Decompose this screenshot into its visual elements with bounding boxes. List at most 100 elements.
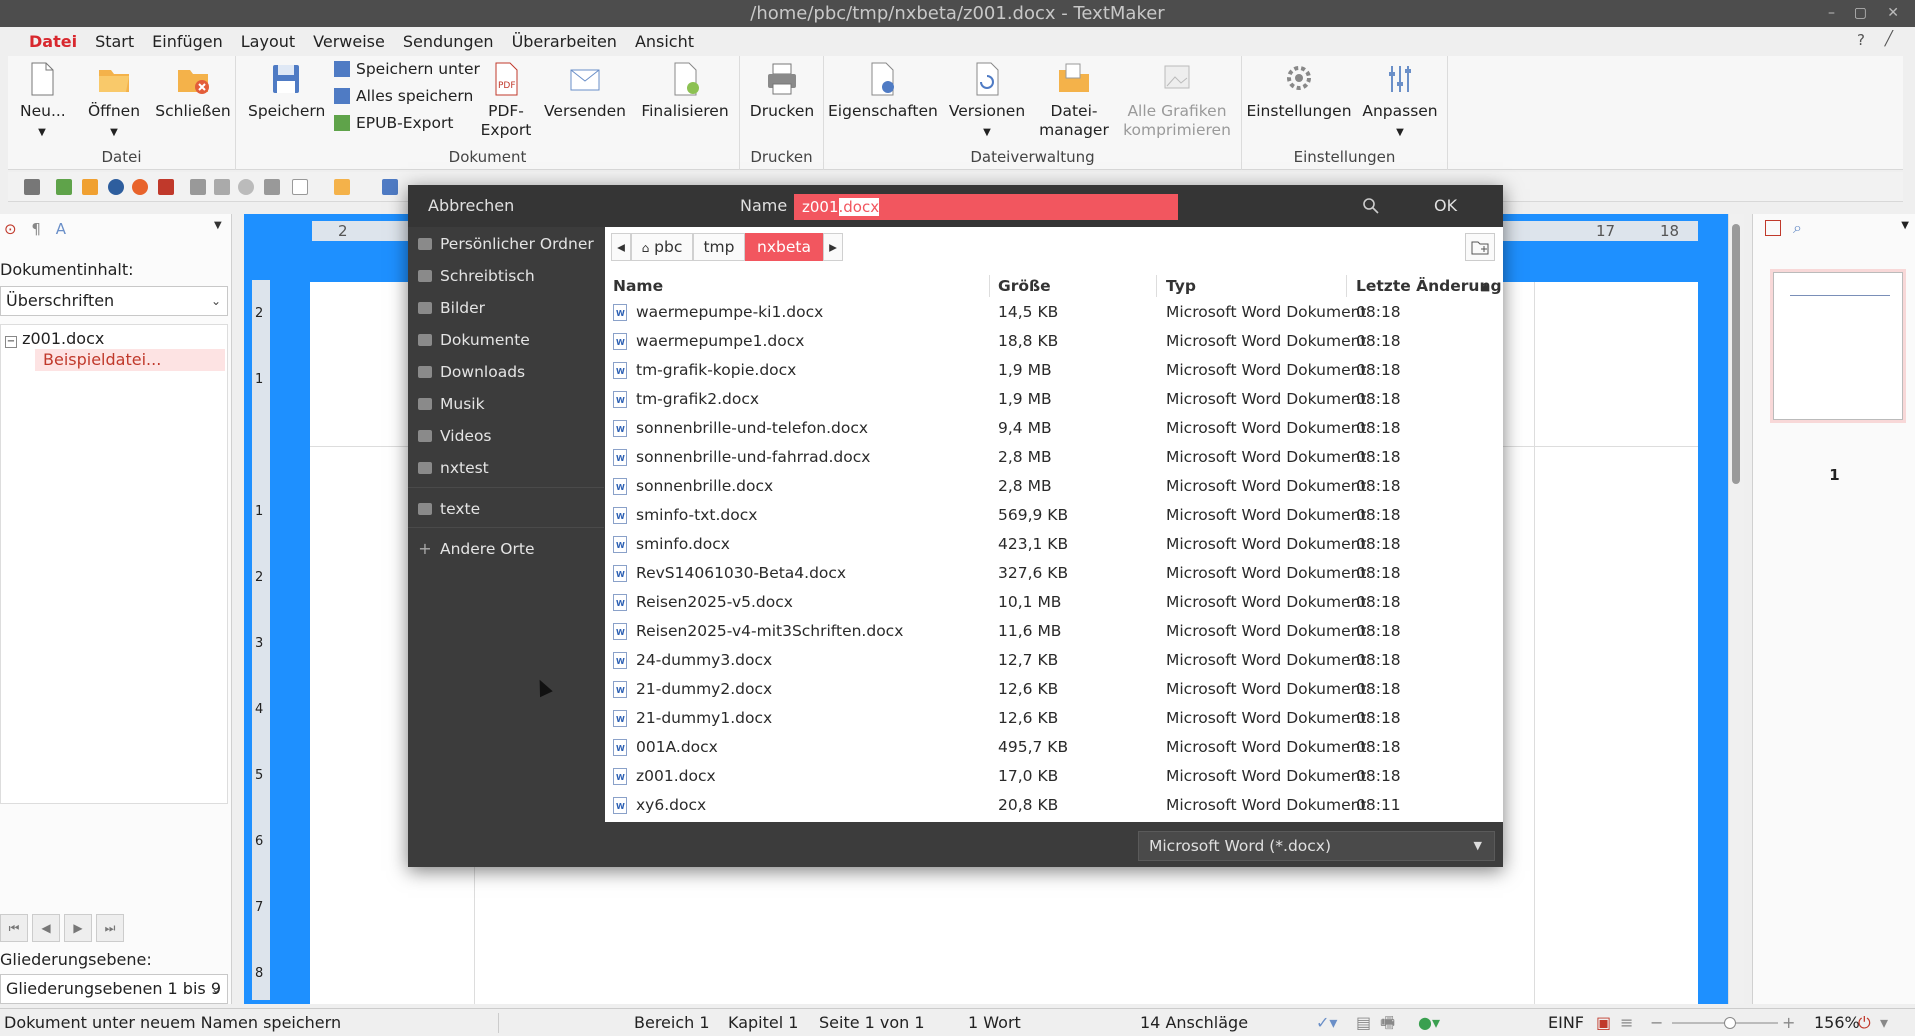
presentations-icon[interactable]	[56, 179, 72, 195]
menu-ueberarbeiten[interactable]: Überarbeiten	[503, 32, 626, 51]
outline-combo[interactable]: Gliederungsebenen 1 bis 9 a ⌄	[0, 974, 228, 1026]
spellcheck-icon[interactable]: ✓▾	[1316, 1009, 1337, 1036]
place-home[interactable]: Persönlicher Ordner	[418, 231, 594, 257]
properties-button[interactable]: Eigenschaften	[828, 60, 938, 121]
menu-einfuegen[interactable]: Einfügen	[143, 32, 232, 51]
settings-button[interactable]: Einstellungen	[1246, 60, 1352, 121]
content-combo[interactable]: Überschriften ⌄	[0, 286, 228, 316]
pdf-quick-icon[interactable]	[158, 179, 174, 195]
file-row[interactable]: RevS14061030-Beta4.docx 327,6 KB Microsoft…	[605, 560, 1503, 589]
column-type[interactable]: Typ	[1166, 277, 1196, 295]
location-icon[interactable]: ●▾	[1418, 1009, 1440, 1036]
place-documents[interactable]: Dokumente	[418, 327, 530, 353]
menu-start[interactable]: Start	[86, 32, 143, 51]
new-quick-icon[interactable]	[292, 179, 308, 195]
file-row[interactable]: sonnenbrille-und-telefon.docx 9,4 MB Micro…	[605, 415, 1503, 444]
edit-icon[interactable]	[214, 179, 230, 195]
nav-next-button[interactable]: ▶	[64, 914, 92, 942]
fax-icon[interactable]: 🖷	[1380, 1009, 1395, 1036]
save-as-button[interactable]: Speichern unter	[334, 60, 480, 78]
tree-child[interactable]: Beispieldatei...	[35, 349, 225, 371]
zoom-slider-handle[interactable]	[1724, 1017, 1736, 1029]
print-button[interactable]: Drucken	[744, 60, 820, 121]
navigator-icon[interactable]: ⊙	[4, 220, 17, 238]
file-type-filter[interactable]: Microsoft Word (*.docx) ▼	[1138, 831, 1495, 861]
hand-icon[interactable]	[190, 179, 206, 195]
filename-input[interactable]: z001.docx	[794, 194, 1178, 220]
place-texte[interactable]: texte	[418, 496, 480, 522]
place-other-locations[interactable]: + Andere Orte	[418, 536, 534, 562]
help-button[interactable]: ?	[1857, 31, 1865, 49]
tree-root[interactable]: − z001.docx	[5, 329, 104, 348]
menu-sendungen[interactable]: Sendungen	[394, 32, 503, 51]
menu-icon[interactable]	[24, 179, 40, 195]
zoom-slider[interactable]	[1672, 1017, 1778, 1029]
versions-button[interactable]: Versionen ▼	[944, 60, 1030, 142]
finalize-button[interactable]: Finalisieren	[636, 60, 734, 121]
customize-button[interactable]: Anpassen ▼	[1358, 60, 1442, 142]
more-icon[interactable]: ▾	[1880, 1009, 1888, 1036]
collapse-icon[interactable]: −	[5, 336, 17, 348]
paragraph-icon[interactable]: ¶	[31, 220, 41, 238]
file-row[interactable]: xy6.docx 20,8 KB Microsoft Word Dokument08…	[605, 792, 1503, 819]
zoom-level[interactable]: 156%	[1814, 1009, 1860, 1036]
file-row[interactable]: sonnenbrille-und-fahrrad.docx 2,8 MB Micro…	[605, 444, 1503, 473]
panel-menu-icon[interactable]: ▼	[214, 220, 222, 231]
file-row[interactable]: waermepumpe-ki1.docx 14,5 KB Microsoft Wor…	[605, 299, 1503, 328]
place-nxtest[interactable]: nxtest	[418, 455, 489, 481]
close-doc-button[interactable]: Schließen	[154, 60, 232, 121]
status-mode[interactable]: EINF	[1548, 1009, 1584, 1036]
panel-menu-icon[interactable]: ▼	[1901, 220, 1909, 231]
menu-verweise[interactable]: Verweise	[304, 32, 394, 51]
place-desktop[interactable]: Schreibtisch	[418, 263, 535, 289]
zoom-out-button[interactable]: −	[1650, 1009, 1663, 1036]
search-icon[interactable]	[1362, 197, 1380, 215]
close-button[interactable]: ✕	[1887, 0, 1899, 27]
track-changes-icon[interactable]: ▤	[1356, 1009, 1371, 1036]
file-row[interactable]: Reisen2025-v5.docx 10,1 MB Microsoft Word …	[605, 589, 1503, 618]
path-crumb-nxbeta[interactable]: nxbeta	[745, 233, 823, 261]
file-row[interactable]: 21-dummy1.docx 12,6 KB Microsoft Word Doku…	[605, 705, 1503, 734]
menu-datei[interactable]: Datei	[20, 32, 86, 51]
file-row[interactable]: Reisen2025-v4-mit3Schriften.docx 11,6 MB M…	[605, 618, 1503, 647]
firefox-icon[interactable]	[132, 179, 148, 195]
compress-images-button[interactable]: Alle Grafiken komprimieren	[1118, 60, 1236, 140]
place-pictures[interactable]: Bilder	[418, 295, 485, 321]
new-button[interactable]: Neu... ▼	[20, 60, 66, 142]
search-icon[interactable]: ⌕	[1793, 218, 1802, 238]
file-row[interactable]: z001.docx 17,0 KB Microsoft Word Dokument0…	[605, 763, 1503, 792]
file-row[interactable]: sminfo.docx 423,1 KB Microsoft Word Dokume…	[605, 531, 1503, 560]
thunderbird-icon[interactable]	[108, 179, 124, 195]
pdf-export-button[interactable]: PDF PDF- Export	[478, 60, 534, 140]
zoom-in-button[interactable]: +	[1782, 1009, 1795, 1036]
path-crumb-pbc[interactable]: ⌂ pbc	[631, 233, 693, 261]
place-downloads[interactable]: Downloads	[418, 359, 525, 385]
page-view-icon[interactable]: ▣	[1596, 1009, 1611, 1036]
vertical-ruler[interactable]: 2 1 1 2 3 4 5 6 7 8	[252, 280, 270, 1000]
place-music[interactable]: Musik	[418, 391, 485, 417]
settings-quick-icon[interactable]	[238, 179, 254, 195]
ok-button[interactable]: OK	[1434, 196, 1457, 215]
new-folder-button[interactable]	[1465, 233, 1495, 261]
scrollbar-thumb[interactable]	[1732, 224, 1740, 484]
save-button[interactable]: Speichern	[248, 60, 325, 121]
menu-layout[interactable]: Layout	[232, 32, 304, 51]
file-row[interactable]: tm-grafik-kopie.docx 1,9 MB Microsoft Word…	[605, 357, 1503, 386]
file-row[interactable]: waermepumpe1.docx 18,8 KB Microsoft Word D…	[605, 328, 1503, 357]
maximize-button[interactable]: ▢	[1854, 0, 1867, 27]
column-modified[interactable]: Letzte Änderung	[1356, 277, 1502, 295]
menu-ansicht[interactable]: Ansicht	[626, 32, 703, 51]
power-icon[interactable]: ⏻	[1858, 1009, 1871, 1036]
save-quick-icon[interactable]	[382, 179, 398, 195]
save-all-button[interactable]: Alles speichern	[334, 87, 473, 105]
epub-export-button[interactable]: EPUB-Export	[334, 114, 453, 132]
file-row[interactable]: sminfo-txt.docx 569,9 KB Microsoft Word Do…	[605, 502, 1503, 531]
style-icon[interactable]: A	[56, 220, 66, 238]
place-videos[interactable]: Videos	[418, 423, 492, 449]
file-manager-button[interactable]: Datei- manager	[1038, 60, 1110, 140]
send-button[interactable]: Versenden	[544, 60, 626, 121]
cancel-button[interactable]: Abbrechen	[428, 196, 514, 215]
vertical-scrollbar[interactable]	[1728, 214, 1744, 1004]
doc-info-icon[interactable]	[264, 179, 280, 195]
nav-last-button[interactable]: ⏭	[96, 914, 124, 942]
